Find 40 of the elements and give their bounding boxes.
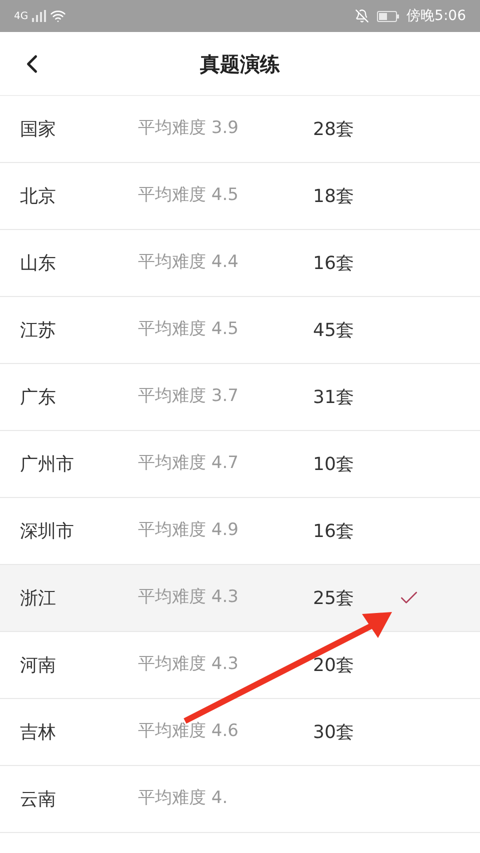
difficulty-label: 平均难度 4.9 [138, 519, 240, 542]
signal-icon [32, 10, 46, 22]
difficulty-label: 平均难度 4.6 [138, 720, 240, 744]
region-name: 吉林 [20, 720, 57, 744]
battery-icon [376, 10, 399, 22]
region-name: 北京 [20, 184, 57, 208]
region-row[interactable]: 浙江 平均难度 4.3 25套 [0, 565, 480, 632]
region-name: 广州市 [20, 452, 75, 476]
mute-icon [354, 9, 369, 23]
difficulty-label: 平均难度 4. [138, 787, 229, 810]
network-label: 4G [14, 12, 28, 22]
wifi-icon [50, 8, 66, 24]
difficulty-label: 平均难度 4.7 [138, 452, 240, 476]
set-count: 10套 [313, 454, 354, 474]
set-count: 31套 [313, 386, 354, 408]
difficulty-label: 平均难度 4.3 [138, 586, 240, 610]
difficulty-label: 平均难度 3.7 [138, 385, 240, 408]
difficulty-label: 平均难度 4.5 [138, 184, 240, 208]
region-name: 广东 [20, 386, 57, 410]
region-name: 山东 [20, 252, 57, 276]
set-count: 18套 [313, 186, 354, 206]
region-name: 江苏 [20, 318, 57, 342]
difficulty-label: 平均难度 3.9 [138, 117, 240, 140]
clock: 傍晚5:06 [406, 6, 466, 26]
difficulty-label: 平均难度 4.5 [138, 318, 240, 342]
difficulty-label: 平均难度 4.3 [138, 653, 240, 676]
region-name: 河南 [20, 654, 57, 678]
set-count: 16套 [313, 520, 354, 542]
set-count: 16套 [313, 252, 354, 274]
region-name: 云南 [20, 788, 57, 812]
set-count: 25套 [313, 588, 354, 608]
set-count: 20套 [313, 654, 354, 676]
difficulty-label: 平均难度 4.4 [138, 251, 240, 274]
set-count: 45套 [313, 320, 354, 340]
set-count: 28套 [313, 118, 354, 140]
set-count: 30套 [313, 722, 354, 742]
region-name: 浙江 [20, 586, 57, 610]
page-title: 真题演练 [200, 50, 280, 78]
region-name: 深圳市 [20, 520, 75, 544]
region-name: 国家 [20, 118, 57, 142]
